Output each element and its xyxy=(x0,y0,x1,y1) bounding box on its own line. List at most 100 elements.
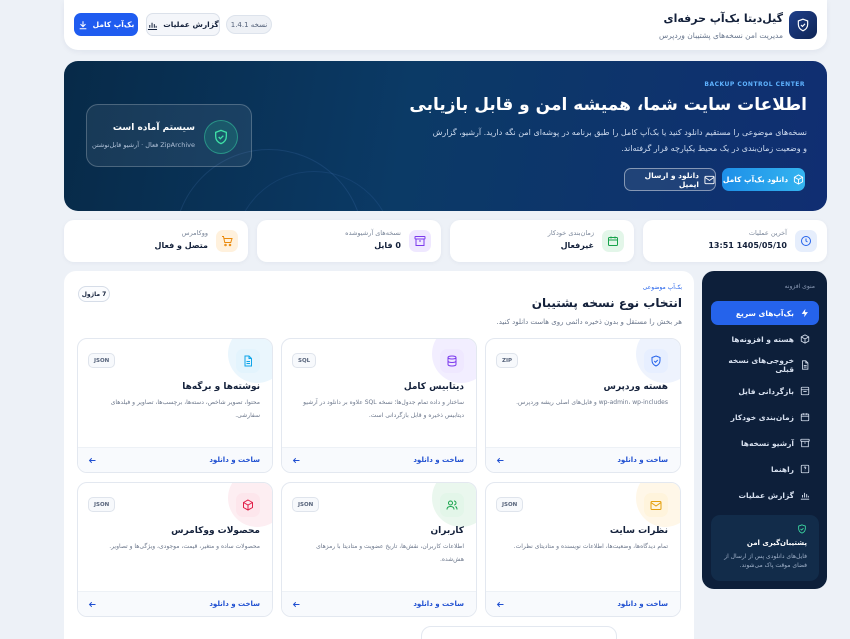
sidebar-item-quick-backups[interactable]: بک‌آپ‌های سریع xyxy=(711,301,819,325)
users-icon xyxy=(440,493,464,517)
card-footer: ساخت و دانلود xyxy=(486,447,680,472)
sidebar-item-label: بازگردانی فایل xyxy=(738,386,794,396)
sidebar-item-core-plugins[interactable]: هسته و افزونه‌ها xyxy=(711,327,819,351)
archive-icon xyxy=(800,438,810,448)
card-description: ساختار و داده تمام جدول‌ها؛ نسخه SQL علا… xyxy=(303,399,464,419)
build-download-link[interactable]: ساخت و دانلود xyxy=(617,456,668,464)
build-download-link[interactable]: ساخت و دانلود xyxy=(209,456,260,464)
sidebar-title: منوی افزونه xyxy=(784,283,815,290)
secure-backup-info: پشتیبان‌گیری امن فایل‌های دانلودی پس از … xyxy=(711,515,819,581)
card-title: نوشته‌ها و برگه‌ها xyxy=(182,382,260,392)
sidebar-item-help[interactable]: راهنما xyxy=(711,457,819,481)
stat-archived-versions: نسخه‌های آرشیوشده 0 فایل xyxy=(257,220,441,262)
arrow-icon[interactable] xyxy=(88,600,97,609)
clock-icon xyxy=(795,230,817,252)
stat-label: نسخه‌های آرشیوشده xyxy=(345,229,401,237)
bar-chart-icon xyxy=(147,20,158,30)
hero-banner: BACKUP CONTROL CENTER اطلاعات سایت شما، … xyxy=(64,61,827,211)
section-subtitle: هر بخش را مستقل و بدون ذخیره دائمی روی ه… xyxy=(496,318,682,326)
card-title: محصولات ووکامرس xyxy=(171,526,260,536)
shield-check-icon xyxy=(204,120,238,154)
stat-value: 0 فایل xyxy=(374,241,401,250)
format-tag: JSON xyxy=(496,497,524,512)
sidebar-item-legacy-exports[interactable]: خروجی‌های نسخه قبلی xyxy=(711,353,819,377)
sidebar-item-schedule[interactable]: زمان‌بندی خودکار xyxy=(711,405,819,429)
arrow-icon[interactable] xyxy=(292,456,301,465)
cube-icon xyxy=(800,334,810,344)
sidebar-item-label: بک‌آپ‌های سریع xyxy=(735,308,794,318)
arrow-icon[interactable] xyxy=(496,456,505,465)
sidebar-item-restore[interactable]: بازگردانی فایل xyxy=(711,379,819,403)
calendar-icon xyxy=(602,230,624,252)
full-backup-label: بک‌آپ کامل xyxy=(92,20,135,29)
status-subtitle: ZipArchive فعال · آرشیو قابل‌نوشتن xyxy=(91,141,195,149)
calendar-icon xyxy=(800,412,810,422)
arrow-icon[interactable] xyxy=(496,600,505,609)
shield-icon xyxy=(644,349,668,373)
backup-card-woo-products[interactable]: JSON محصولات ووکامرس محصولات ساده و متغی… xyxy=(77,482,273,617)
file-icon xyxy=(800,360,810,370)
mail-icon xyxy=(704,175,715,185)
status-title: سیستم آماده است xyxy=(112,123,195,133)
stat-label: آخرین عملیات xyxy=(748,229,787,237)
cube-icon xyxy=(793,174,804,185)
card-footer: ساخت و دانلود xyxy=(78,591,272,616)
restore-icon xyxy=(800,386,810,396)
backup-types-panel: بک‌آپ موضوعی انتخاب نوع نسخه پشتیبان هر … xyxy=(64,271,694,639)
download-and-email-button[interactable]: دانلود و ارسال ایمیل xyxy=(624,168,716,191)
sidebar-item-label: هسته و افزونه‌ها xyxy=(731,334,794,344)
secure-backup-title: پشتیبان‌گیری امن xyxy=(746,539,807,547)
report-button[interactable]: گزارش عملیات xyxy=(146,13,220,36)
hero-description: نسخه‌های موضوعی را مستقیم دانلود کنید یا… xyxy=(432,128,807,153)
shield-logo-icon xyxy=(789,11,817,39)
backup-card-wordpress-core[interactable]: ZIP هسته وردپرس wp-admin، wp-includes و … xyxy=(485,338,681,473)
arrow-icon[interactable] xyxy=(292,600,301,609)
mail-icon xyxy=(644,493,668,517)
backup-card-users[interactable]: JSON کاربران اطلاعات کاربران، نقش‌ها، تا… xyxy=(281,482,477,617)
card-title: دیتابیس کامل xyxy=(403,382,464,392)
format-tag: JSON xyxy=(88,353,116,368)
backup-card-posts-pages[interactable]: JSON نوشته‌ها و برگه‌ها محتوا، تصویر شاخ… xyxy=(77,338,273,473)
version-badge: نسخه 1.4.1 xyxy=(226,15,272,34)
download-full-label: دانلود بک‌آپ کامل xyxy=(722,175,789,184)
sidebar-item-report[interactable]: گزارش عملیات xyxy=(711,483,819,507)
sidebar-item-label: زمان‌بندی خودکار xyxy=(730,412,794,422)
system-status-card: سیستم آماده است ZipArchive فعال · آرشیو … xyxy=(86,104,252,167)
build-download-link[interactable]: ساخت و دانلود xyxy=(209,600,260,608)
build-download-link[interactable]: ساخت و دانلود xyxy=(617,600,668,608)
stat-value: غیرفعال xyxy=(560,241,594,250)
card-description: محصولات ساده و متغیر، قیمت، موجودی، ویژگ… xyxy=(109,543,260,550)
sidebar-item-archive[interactable]: آرشیو نسخه‌ها xyxy=(711,431,819,455)
backup-card-comments[interactable]: JSON نظرات سایت تمام دیدگاه‌ها، وضعیت‌ها… xyxy=(485,482,681,617)
card-description: تمام دیدگاه‌ها، وضعیت‌ها، اطلاعات نویسند… xyxy=(513,543,668,550)
card-footer: ساخت و دانلود xyxy=(78,447,272,472)
report-label: گزارش عملیات xyxy=(163,20,219,29)
help-icon xyxy=(800,464,810,474)
section-eyebrow: بک‌آپ موضوعی xyxy=(642,284,682,291)
box-icon xyxy=(236,493,260,517)
secure-backup-desc: فایل‌های دانلودی پس از ارسال از فضای موق… xyxy=(724,553,807,569)
section-title: انتخاب نوع نسخه پشتیبان xyxy=(531,296,682,310)
chart-icon xyxy=(800,490,810,500)
stat-value: متصل و فعال xyxy=(154,241,208,250)
database-icon xyxy=(440,349,464,373)
format-tag: JSON xyxy=(88,497,116,512)
build-download-link[interactable]: ساخت و دانلود xyxy=(413,456,464,464)
top-bar: گیل‌دیتا بک‌آپ حرفه‌ای مدیریت امن نسخه‌ه… xyxy=(64,0,827,50)
hero-title: اطلاعات سایت شما، همیشه امن و قابل بازیا… xyxy=(409,95,807,115)
download-full-backup-button[interactable]: دانلود بک‌آپ کامل xyxy=(722,168,805,191)
sidebar-item-label: آرشیو نسخه‌ها xyxy=(740,438,794,448)
modules-count-badge: 7 ماژول xyxy=(78,286,110,302)
backup-card-database[interactable]: SQL دیتابیس کامل ساختار و داده تمام جدول… xyxy=(281,338,477,473)
stat-woocommerce: ووکامرس متصل و فعال xyxy=(64,220,248,262)
arrow-icon[interactable] xyxy=(88,456,97,465)
app-title: گیل‌دیتا بک‌آپ حرفه‌ای xyxy=(663,12,783,25)
stat-label: ووکامرس xyxy=(181,229,208,237)
document-icon xyxy=(236,349,260,373)
full-backup-button[interactable]: بک‌آپ کامل xyxy=(74,13,138,36)
stat-label: زمان‌بندی خودکار xyxy=(547,229,594,237)
backup-card-partial xyxy=(421,626,617,639)
card-footer: ساخت و دانلود xyxy=(486,591,680,616)
sidebar-item-label: خروجی‌های نسخه قبلی xyxy=(728,356,794,374)
build-download-link[interactable]: ساخت و دانلود xyxy=(413,600,464,608)
